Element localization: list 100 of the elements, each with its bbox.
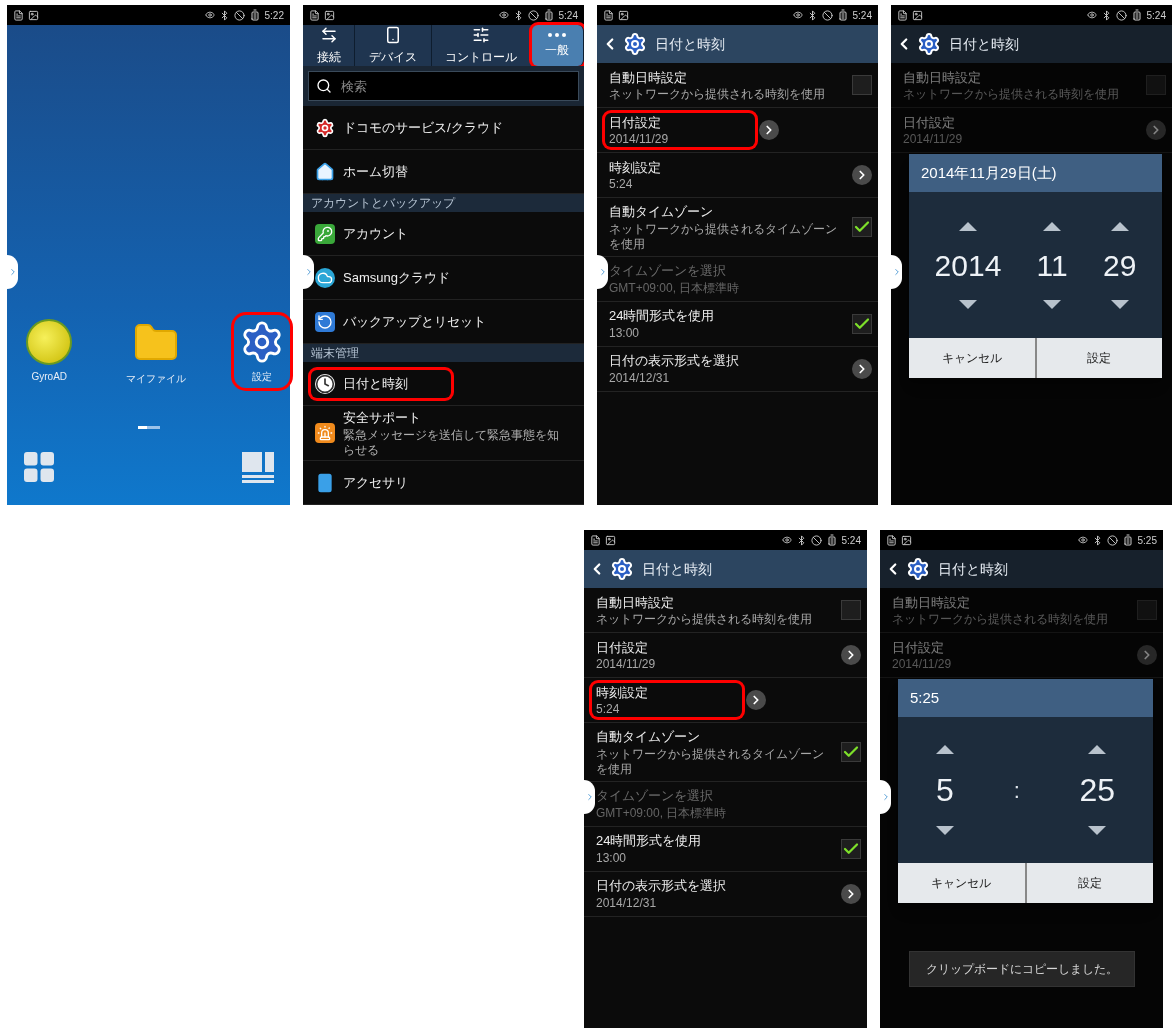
checkbox[interactable] [841,741,861,762]
no-sign-icon [821,9,833,21]
setting-row[interactable]: 日付の表示形式を選択 2014/12/31 [605,351,848,386]
settings-item[interactable]: 安全サポート 緊急メッセージを送信して緊急事態を知らせる [311,404,572,462]
widgets-icon[interactable] [240,450,276,484]
decrement-arrow-icon[interactable] [959,299,977,309]
section-header: 端末管理 [303,344,584,363]
setting-row[interactable]: 日付の表示形式を選択 2014/12/31 [592,876,837,911]
setting-row[interactable]: 時刻設定 5:24 [605,157,848,193]
time-separator: : [1013,776,1020,805]
setting-row[interactable]: 日付設定 2014/11/29 [605,112,755,148]
picker-value[interactable]: 5 [935,766,954,814]
arrows-icon [319,25,338,44]
dialog-button[interactable]: キャンセル [909,338,1035,378]
page-indicator-icon [137,426,160,429]
setting-row[interactable]: 自動日時設定 ネットワークから提供される時刻を使用 [592,592,837,628]
status-time: 5:24 [841,533,861,548]
app-shortcut[interactable]: マイファイル [125,315,186,390]
picker-value[interactable]: 2014 [934,242,1002,288]
home-icon [315,161,335,182]
key-icon [315,223,335,244]
increment-arrow-icon[interactable] [1110,221,1129,231]
dialog-title: 5:25 [898,679,1153,717]
setting-row[interactable]: 自動日時設定 ネットワークから提供される時刻を使用 [888,592,1133,628]
status-time: 5:24 [1146,8,1166,23]
increment-arrow-icon[interactable] [959,221,977,231]
dialog-button[interactable]: 設定 [1036,338,1162,378]
app-shortcut[interactable]: GyroAD [21,315,78,388]
notification-icon [13,9,24,21]
restore-icon [315,311,335,332]
setting-row[interactable]: 自動タイムゾーン ネットワークから提供されるタイムゾーンを使用 [592,727,837,777]
setting-row[interactable]: 24時間形式を使用 13:00 [605,306,848,341]
settings-item[interactable]: ドコモのサービス/クラウド [311,113,507,142]
checkbox[interactable] [841,600,861,620]
chevron-icon[interactable] [841,645,861,665]
notification-icon [603,9,614,21]
decrement-arrow-icon[interactable] [1043,299,1062,309]
checkbox[interactable] [1137,600,1157,620]
apps-grid-icon[interactable] [21,449,57,485]
chevron-icon[interactable] [759,120,779,140]
picker-value[interactable]: 11 [1036,242,1068,288]
decrement-arrow-icon[interactable] [935,826,954,835]
checkbox[interactable] [852,313,872,334]
checkbox[interactable] [1146,75,1166,95]
setting-row[interactable]: 自動日時設定 ネットワークから提供される時刻を使用 [899,67,1142,103]
sliders-icon [472,25,491,44]
dialog-button[interactable]: 設定 [1026,863,1153,903]
increment-arrow-icon[interactable] [1043,221,1062,231]
settings-item[interactable]: ホーム切替 [311,157,412,186]
eye-icon [498,10,509,20]
settings-item[interactable]: アクセサリ [311,468,412,497]
setting-row[interactable]: 自動日時設定 ネットワークから提供される時刻を使用 [605,67,848,103]
edge-handle-icon[interactable] [584,780,595,814]
setting-row[interactable]: 24時間形式を使用 13:00 [592,831,837,866]
app-logo-icon [26,319,73,365]
gear-icon [906,557,930,581]
increment-arrow-icon[interactable] [1088,745,1107,754]
clock-icon [315,373,335,394]
increment-arrow-icon[interactable] [935,745,954,754]
chevron-icon[interactable] [852,358,872,379]
gear-icon [610,557,634,581]
settings-tab[interactable]: 一般 [531,25,584,67]
battery-icon [1121,534,1134,546]
eye-icon [792,10,803,20]
more-icon [548,32,567,37]
chevron-icon[interactable] [841,883,861,904]
edge-handle-icon[interactable] [891,255,902,289]
setting-row[interactable]: 時刻設定 5:24 [592,682,742,718]
no-sign-icon [1106,534,1118,546]
setting-row[interactable]: 日付設定 2014/11/29 [592,637,837,673]
battery-icon [825,534,838,546]
dialog-title: 2014年11月29日(土) [909,154,1162,192]
search-icon [316,78,332,95]
status-time: 5:24 [558,8,578,23]
no-sign-icon [527,9,539,21]
chevron-icon[interactable] [852,165,872,185]
chevron-icon[interactable] [746,690,766,710]
setting-row[interactable]: 日付設定 2014/11/29 [899,112,1142,148]
notification-icon [912,9,923,21]
edge-handle-icon[interactable] [303,255,314,289]
decrement-arrow-icon[interactable] [1088,826,1107,835]
setting-row[interactable]: 自動タイムゾーン ネットワークから提供されるタイムゾーンを使用 [605,202,848,252]
edge-handle-icon[interactable] [880,780,891,814]
picker-value[interactable]: 29 [1103,242,1137,288]
picker-value[interactable]: 25 [1079,766,1116,814]
dialog-button[interactable]: キャンセル [898,863,1025,903]
search-field[interactable]: 検索 [308,71,579,102]
edge-handle-icon[interactable] [597,255,608,289]
edge-handle-icon[interactable] [7,255,18,289]
screen-header: 日付と時刻 [584,550,867,588]
checkbox[interactable] [852,216,872,237]
notification-icon [618,9,629,21]
app-shortcut[interactable]: 設定 [233,315,290,388]
settings-item[interactable]: アカウント [311,219,412,248]
settings-item[interactable]: バックアップとリセット [311,307,490,336]
settings-item[interactable]: 日付と時刻 [311,369,451,398]
setting-row[interactable]: 日付設定 2014/11/29 [888,637,1133,673]
checkbox[interactable] [841,838,861,859]
checkbox[interactable] [852,75,872,95]
decrement-arrow-icon[interactable] [1110,299,1129,309]
